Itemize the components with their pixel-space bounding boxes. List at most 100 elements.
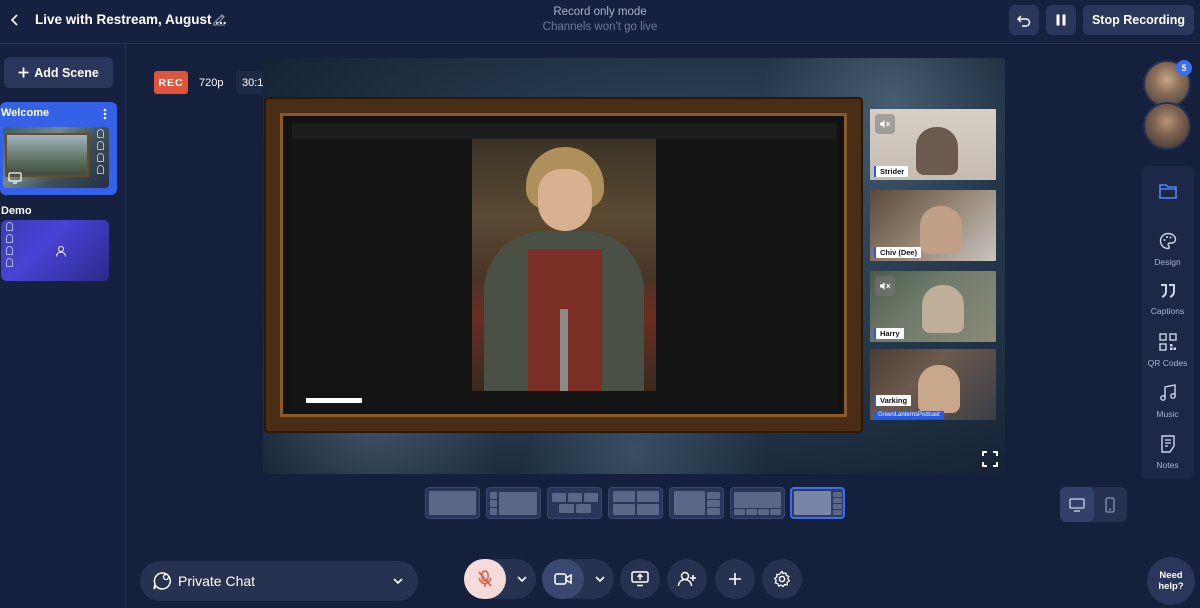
scene-thumbnail (1, 220, 109, 281)
mic-off-icon (478, 570, 492, 587)
plus-icon (18, 67, 29, 78)
scene-label: Demo (1, 205, 32, 217)
resolution-label: 720p (199, 77, 224, 89)
layout-option-grid-5[interactable] (547, 487, 602, 519)
layout-option-main-right[interactable] (669, 487, 724, 519)
captions-label: Captions (1150, 306, 1185, 316)
undo-button[interactable] (1009, 5, 1039, 35)
media-folder-button[interactable] (1141, 182, 1194, 205)
person-icon (5, 246, 13, 255)
person-icon (96, 129, 104, 138)
need-help-button[interactable]: Need help? (1147, 557, 1195, 605)
person-icon (5, 234, 13, 243)
add-scene-label: Add Scene (34, 65, 99, 80)
record-mode-indicator: Record only mode Channels won't go live (500, 6, 700, 33)
main-video-frame (266, 99, 861, 431)
music-button[interactable]: Music (1141, 384, 1194, 419)
desktop-view-icon[interactable] (1060, 487, 1094, 522)
participant-tile[interactable]: Harry (870, 271, 996, 342)
person-icon (5, 222, 13, 231)
settings-button[interactable] (762, 559, 802, 599)
participant-tile[interactable]: Varking GreenLanternsPodcast (870, 349, 996, 420)
thumbnail-tiles (93, 129, 107, 174)
rec-badge: REC (154, 71, 188, 94)
featured-image (472, 139, 656, 391)
person-icon (96, 153, 104, 162)
pause-recording-button[interactable] (1046, 5, 1076, 35)
palette-icon (1159, 232, 1176, 250)
notes-icon (1160, 435, 1175, 453)
participants-avatar-stack[interactable]: 5 (1142, 58, 1194, 154)
add-user-icon (677, 571, 696, 587)
broadcast-stage: Strider Chiv (Dee) Harry Varking GreenLa… (263, 58, 1005, 474)
mic-options-chevron-icon[interactable] (516, 572, 528, 590)
muted-speaker-icon (875, 276, 895, 296)
view-toggle (1060, 487, 1127, 522)
participant-name: Varking (874, 395, 912, 406)
muted-speaker-icon (875, 114, 895, 134)
person-icon (5, 258, 13, 267)
help-line-1: Need (1159, 570, 1183, 581)
layout-option-sidebar[interactable] (486, 487, 541, 519)
mic-muted-button[interactable] (464, 559, 506, 599)
layout-option-grid-4[interactable] (608, 487, 663, 519)
camera-button[interactable] (542, 559, 584, 599)
scene-card-demo[interactable]: Demo (0, 200, 117, 284)
captions-button[interactable]: Captions (1141, 283, 1194, 316)
stop-recording-button[interactable]: Stop Recording (1083, 5, 1194, 35)
thumbnail-tiles (2, 222, 16, 267)
qr-codes-label: QR Codes (1147, 358, 1188, 368)
invite-guest-button[interactable] (667, 559, 707, 599)
main-video (292, 123, 837, 409)
participant-count-badge: 5 (1176, 60, 1192, 76)
design-label: Design (1154, 257, 1181, 267)
lower-third-bar (306, 398, 362, 403)
layout-option-main-bottom[interactable] (730, 487, 785, 519)
private-chat-label: Private Chat (178, 573, 256, 589)
add-source-button[interactable] (715, 559, 755, 599)
pencil-icon[interactable] (211, 11, 227, 27)
folder-icon (1158, 184, 1177, 199)
scene-label: Welcome (1, 107, 50, 119)
camera-options-chevron-icon[interactable] (594, 572, 606, 590)
participant-tile[interactable]: Strider (870, 109, 996, 180)
scene-thumbnail (3, 127, 109, 188)
mobile-view-icon[interactable] (1094, 487, 1128, 522)
camera-control (542, 559, 614, 599)
qr-codes-button[interactable]: QR Codes (1141, 333, 1194, 368)
chevron-down-icon (392, 574, 404, 592)
person-icon (55, 244, 67, 262)
participant-tile[interactable]: Chiv (Dee) (870, 190, 996, 261)
scene-card-welcome[interactable]: Welcome (0, 102, 117, 195)
mode-title: Record only mode (553, 6, 647, 18)
avatar (1143, 102, 1191, 150)
design-button[interactable]: Design (1141, 232, 1194, 267)
plus-icon (729, 573, 741, 585)
fullscreen-icon[interactable] (982, 451, 998, 467)
camera-icon (554, 573, 572, 585)
stream-title[interactable]: Live with Restream, August ... (35, 12, 227, 27)
participant-name: Strider (874, 166, 909, 177)
kebab-menu-icon[interactable] (99, 108, 111, 122)
screen-share-icon (631, 571, 649, 587)
top-bar: Live with Restream, August ... Record on… (0, 0, 1200, 44)
layout-option-main-side-tiles[interactable] (790, 487, 845, 519)
back-arrow-icon[interactable] (4, 9, 26, 31)
participant-name: Harry (874, 328, 904, 339)
music-label: Music (1156, 409, 1179, 419)
qr-code-icon (1158, 333, 1177, 351)
right-tool-rail: Design Captions QR Codes Music Notes (1141, 166, 1194, 479)
screen-share-icon (8, 171, 22, 188)
notes-label: Notes (1156, 460, 1179, 470)
gear-icon (773, 570, 791, 588)
quote-icon (1160, 284, 1175, 298)
share-screen-button[interactable] (620, 559, 660, 599)
person-icon (96, 165, 104, 174)
music-note-icon (1159, 384, 1176, 401)
notes-button[interactable]: Notes (1141, 435, 1194, 470)
person-icon (96, 141, 104, 150)
private-chat-toggle[interactable]: Private Chat (140, 561, 418, 601)
layout-option-single[interactable] (425, 487, 480, 519)
add-scene-button[interactable]: Add Scene (4, 57, 113, 88)
pause-icon (1056, 14, 1066, 26)
